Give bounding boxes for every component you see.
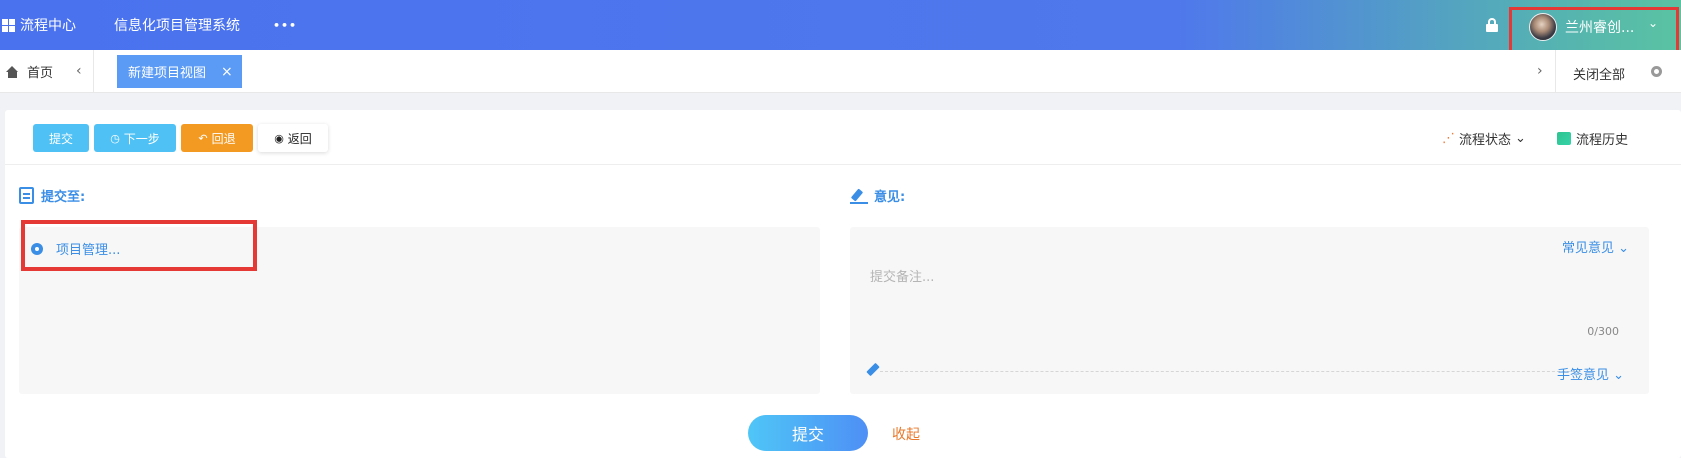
divider [93,50,94,93]
submit-button-label: 提交 [48,131,73,146]
chevron-down-icon: ⌄ [1613,368,1624,383]
grid-icon [2,18,15,32]
character-counter: 0/300 [1587,325,1619,338]
bottom-submit-label: 提交 [791,425,824,444]
opinion-panel[interactable]: 常见意见 ⌄ 提交备注... 0/300 手签意见 ⌄ [850,227,1649,394]
bottom-submit-button[interactable]: 提交 [748,415,868,451]
option-highlight [21,220,257,271]
menu-process-center[interactable]: 流程中心 [2,0,76,50]
home-icon [6,65,19,78]
document-icon [19,187,34,204]
common-opinion-dropdown[interactable]: 常见意见 ⌄ [1562,237,1629,256]
user-menu-highlight [1509,7,1679,53]
collapse-link[interactable]: 收起 [892,424,920,444]
return-button[interactable]: ◉ 返回 [258,124,328,152]
top-navigation-bar: 流程中心 信息化项目管理系统 ••• 兰州睿创... ⌄ [0,0,1681,50]
clock-icon: ◷ [110,131,120,145]
signature-line [880,371,1580,372]
flow-history-label: 流程历史 [1576,133,1629,148]
menu-project-system-label: 信息化项目管理系统 [114,18,240,34]
rollback-label: 回退 [211,131,236,146]
more-menu-button[interactable]: ••• [273,0,297,50]
tab-scroll-left-button[interactable]: ‹ [76,63,82,79]
edit-icon [850,188,868,204]
history-icon [1557,132,1571,145]
reply-icon: ↶ [198,131,208,145]
tab-scroll-right-button[interactable]: › [1537,63,1543,79]
tab-new-project-view-label: 新建项目视图 [128,66,207,81]
return-label: 返回 [287,131,312,146]
opinion-textarea-placeholder[interactable]: 提交备注... [870,266,934,285]
rollback-button[interactable]: ↶ 回退 [181,124,253,152]
main-card: 提交 ◷ 下一步 ↶ 回退 ◉ 返回 ⋰ 流程状态 ⌄ 流程历史 提交至: 意见… [5,110,1681,458]
more-icon: ••• [273,18,298,32]
menu-project-system[interactable]: 信息化项目管理系统 [114,0,240,50]
lock-icon[interactable] [1486,18,1498,32]
tab-bar: 首页 ‹ 新建项目视图 × › 关闭全部 [0,50,1681,93]
sign-opinion-dropdown[interactable]: 手签意见 ⌄ [1557,364,1624,383]
pencil-icon[interactable] [866,362,880,377]
submit-button[interactable]: 提交 [33,124,89,152]
close-all-button[interactable]: 关闭全部 [1573,64,1625,83]
flow-history-button[interactable]: 流程历史 [1557,129,1628,148]
divider [1555,50,1556,93]
close-icon[interactable]: × [221,64,233,80]
opinion-title: 意见: [850,186,905,205]
menu-process-center-label: 流程中心 [20,18,76,34]
submit-to-label: 提交至: [41,190,86,205]
share-icon: ⋰ [1442,131,1455,146]
chevron-down-icon: ⌄ [1515,131,1526,146]
return-icon: ◉ [274,131,284,145]
next-step-label: 下一步 [123,131,160,146]
common-opinion-label: 常见意见 [1561,241,1614,256]
tab-home-label: 首页 [27,66,54,81]
submit-to-title: 提交至: [19,186,85,205]
tab-home[interactable]: 首页 [6,62,53,81]
next-step-button[interactable]: ◷ 下一步 [94,124,176,152]
chevron-down-icon: ⌄ [1618,241,1629,256]
flow-status-label: 流程状态 [1459,133,1512,148]
sign-opinion-label: 手签意见 [1556,368,1609,383]
flow-status-dropdown[interactable]: ⋰ 流程状态 ⌄ [1442,129,1526,148]
opinion-label: 意见: [874,190,906,205]
action-toolbar: 提交 ◷ 下一步 ↶ 回退 ◉ 返回 ⋰ 流程状态 ⌄ 流程历史 [5,110,1681,165]
close-all-icon[interactable] [1651,66,1662,77]
tab-new-project-view[interactable]: 新建项目视图 × [117,55,242,88]
